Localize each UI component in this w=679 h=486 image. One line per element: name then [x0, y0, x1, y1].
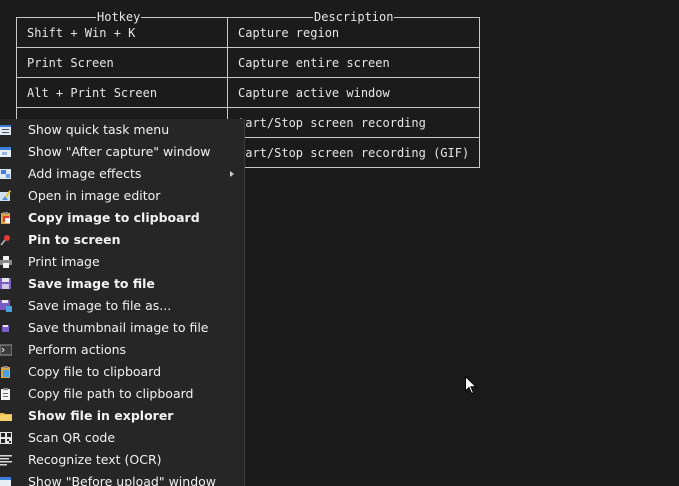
table-row[interactable]: Shift + Win + K Capture region [16, 17, 480, 48]
menu-item-label: Open in image editor [28, 188, 161, 203]
save-as-icon [0, 300, 12, 312]
upload-window-icon [0, 477, 11, 486]
hotkey-column-header: Hotkey [96, 10, 142, 24]
image-effects-icon [0, 169, 11, 179]
menu-item-print-image[interactable]: Print image [0, 251, 244, 273]
menu-item-label: Print image [28, 254, 100, 269]
task-menu-icon [0, 125, 11, 135]
menu-item-show-file-in-explorer[interactable]: Show file in explorer [0, 405, 244, 427]
description-column-header: Description [313, 10, 395, 24]
menu-item-copy-image-to-clipboard[interactable]: Copy image to clipboard [0, 207, 244, 229]
menu-item-copy-file-to-clipboard[interactable]: Copy file to clipboard [0, 361, 244, 383]
menu-item-label: Add image effects [28, 166, 142, 181]
image-editor-icon [0, 190, 12, 201]
menu-item-label: Perform actions [28, 342, 127, 357]
clipboard-image-icon [1, 212, 10, 224]
menu-item-pin-to-screen[interactable]: Pin to screen [0, 229, 244, 251]
menu-item-label: Show file in explorer [28, 408, 174, 423]
menu-item-label: Copy image to clipboard [28, 210, 200, 225]
hotkey-cell: Alt + Print Screen [16, 77, 228, 108]
menu-item-save-image-to-file[interactable]: Save image to file [0, 273, 244, 295]
hotkey-cell: Print Screen [16, 47, 228, 78]
save-icon [0, 278, 11, 289]
menu-item-show-after-capture-window[interactable]: Show "After capture" window [0, 141, 244, 163]
menu-item-label: Copy file to clipboard [28, 364, 162, 379]
menu-item-recognize-text-ocr[interactable]: Recognize text (OCR) [0, 449, 244, 471]
menu-item-scan-qr-code[interactable]: Scan QR code [0, 427, 244, 449]
menu-item-save-image-to-file-as[interactable]: Save image to file as... [0, 295, 244, 317]
context-menu: Show quick task menu Show "After capture… [0, 119, 245, 486]
menu-item-label: Save image to file as... [28, 298, 172, 313]
menu-item-label: Save thumbnail image to file [28, 320, 209, 335]
terminal-icon [0, 344, 12, 356]
copy-file-icon [1, 366, 10, 378]
menu-item-add-image-effects[interactable]: Add image effects [0, 163, 244, 185]
description-cell: Capture entire screen [227, 47, 480, 78]
menu-item-label: Copy file path to clipboard [28, 386, 194, 401]
description-cell: Capture active window [227, 77, 480, 108]
folder-icon [0, 413, 12, 421]
description-cell: tart/Stop screen recording (GIF) [227, 137, 480, 168]
menu-item-label: Show "After capture" window [28, 144, 211, 159]
printer-icon [0, 256, 12, 268]
mouse-pointer-icon [465, 376, 477, 395]
menu-item-label: Recognize text (OCR) [28, 452, 162, 467]
menu-item-label: Pin to screen [28, 232, 121, 247]
qr-code-icon [0, 432, 12, 444]
description-cell: tart/Stop screen recording [227, 107, 480, 138]
menu-item-save-thumbnail-image-to-file[interactable]: Save thumbnail image to file [0, 317, 244, 339]
menu-item-open-in-image-editor[interactable]: Open in image editor [0, 185, 244, 207]
submenu-arrow-icon [230, 171, 234, 177]
pin-icon [0, 235, 10, 246]
menu-item-show-quick-task-menu[interactable]: Show quick task menu [0, 119, 244, 141]
menu-item-copy-file-path-to-clipboard[interactable]: Copy file path to clipboard [0, 383, 244, 405]
menu-item-label: Save image to file [28, 276, 155, 291]
copy-path-icon [1, 388, 10, 400]
menu-item-show-before-upload-window[interactable]: Show "Before upload" window [0, 471, 244, 486]
thumbnail-save-icon [2, 325, 9, 332]
menu-item-perform-actions[interactable]: Perform actions [0, 339, 244, 361]
table-row[interactable]: Print Screen Capture entire screen [16, 47, 480, 78]
window-icon [0, 147, 11, 157]
menu-item-label: Show quick task menu [28, 122, 170, 137]
menu-item-label: Show "Before upload" window [28, 474, 217, 486]
ocr-icon [0, 455, 12, 466]
table-row[interactable]: Alt + Print Screen Capture active window [16, 77, 480, 108]
menu-item-label: Scan QR code [28, 430, 116, 445]
